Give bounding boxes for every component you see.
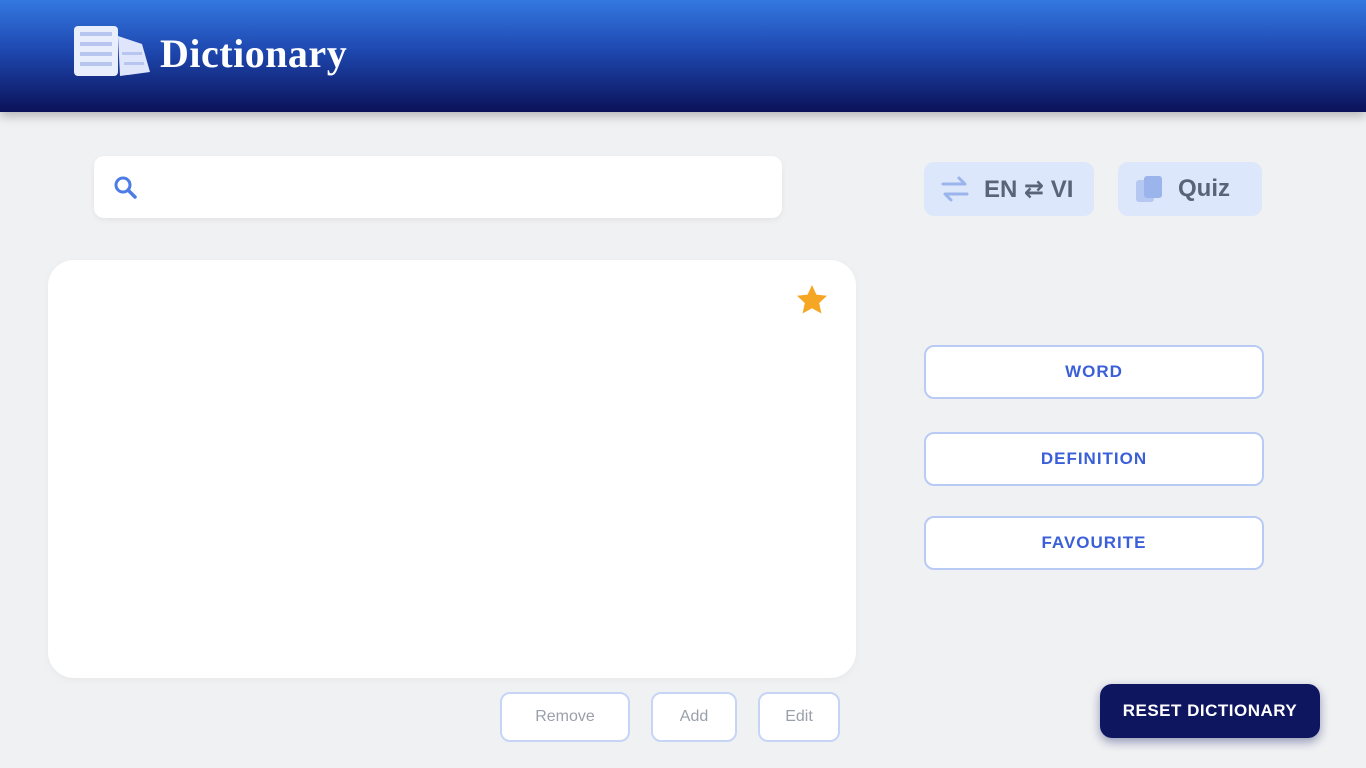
- favourite-button[interactable]: FAVOURITE: [924, 516, 1264, 570]
- quiz-icon: [1136, 176, 1162, 202]
- search-input[interactable]: [150, 156, 770, 218]
- word-detail-card: [48, 260, 856, 678]
- add-button[interactable]: Add: [651, 692, 737, 742]
- star-icon[interactable]: [794, 282, 830, 318]
- quiz-label: Quiz: [1178, 175, 1230, 202]
- app-title: Dictionary: [160, 31, 348, 76]
- swap-icon: [941, 176, 969, 202]
- sort-by-word-button[interactable]: WORD: [924, 345, 1264, 399]
- search-icon: [114, 176, 137, 199]
- app-header: Dictionary: [0, 0, 1366, 112]
- reset-dictionary-button[interactable]: RESET DICTIONARY: [1100, 684, 1320, 738]
- dictionary-books-icon: [74, 26, 150, 76]
- remove-button[interactable]: Remove: [500, 692, 630, 742]
- language-toggle-label: EN ⇄ VI: [984, 175, 1074, 203]
- search-bar[interactable]: [94, 156, 782, 218]
- quiz-button[interactable]: Quiz: [1118, 162, 1262, 216]
- edit-button[interactable]: Edit: [758, 692, 840, 742]
- language-toggle-button[interactable]: EN ⇄ VI: [924, 162, 1094, 216]
- sort-by-definition-button[interactable]: DEFINITION: [924, 432, 1264, 486]
